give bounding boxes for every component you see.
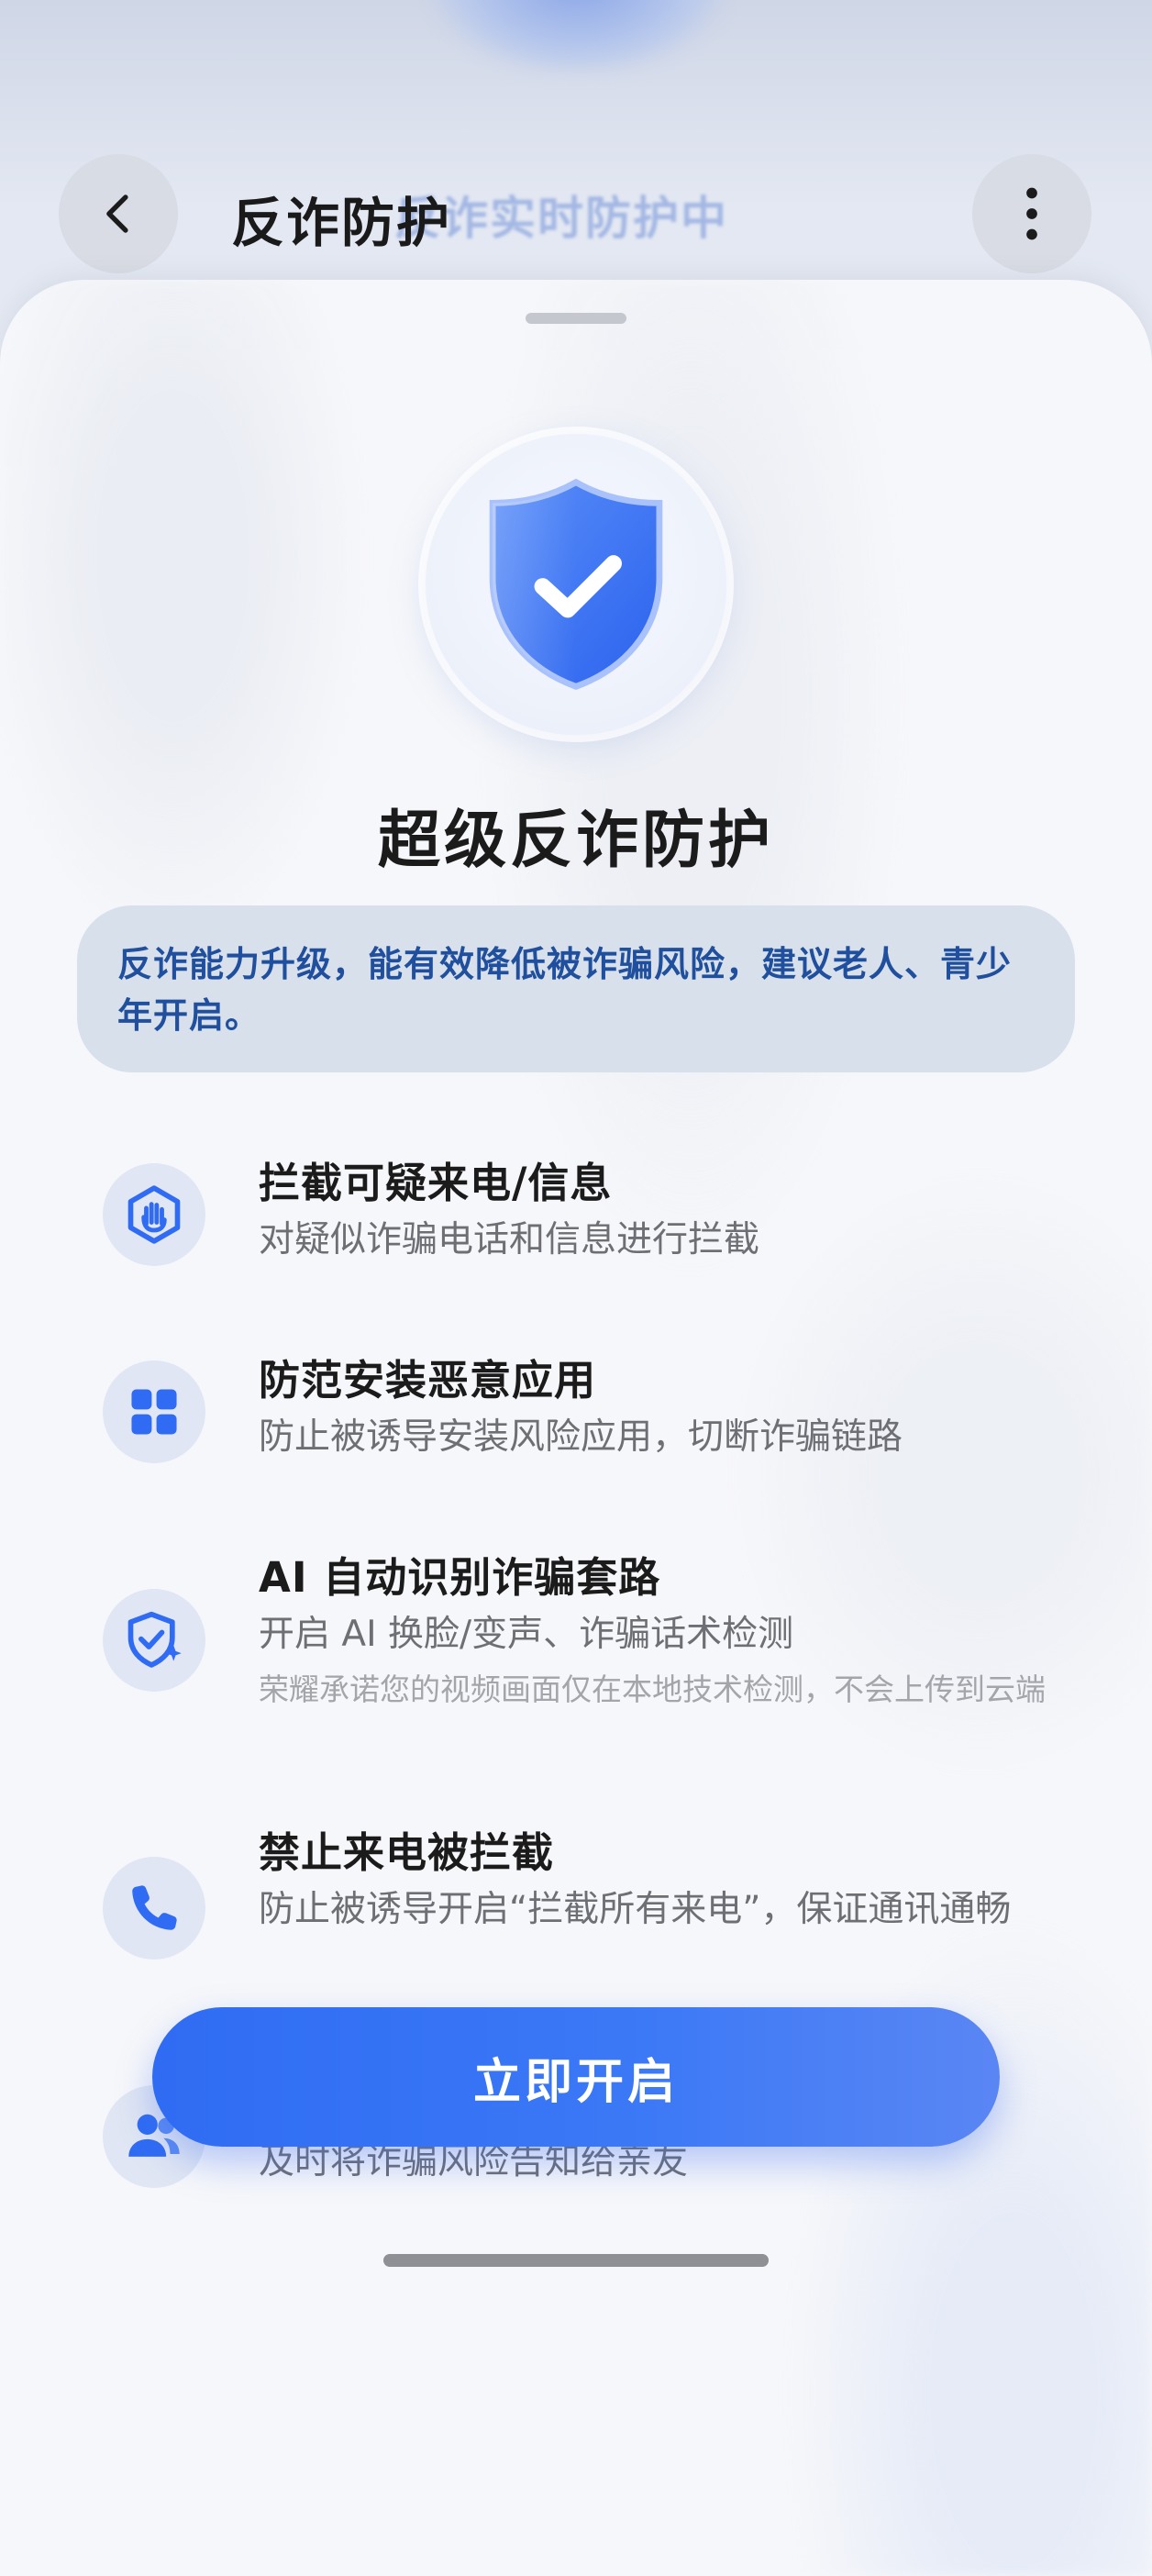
feature-title: 拦截可疑来电/信息 — [259, 1159, 613, 1207]
feature-title: AI 自动识别诈骗套路 — [259, 1553, 661, 1602]
feature-icon-wrap — [103, 1857, 205, 1960]
upgrade-notice: 反诈能力升级，能有效降低被诈骗风险，建议老人、青少年开启。 — [77, 905, 1075, 1072]
phone-icon — [132, 1885, 177, 1930]
sheet-grabber[interactable] — [526, 313, 626, 324]
privacy-note: 荣耀承诺您的视频画面仅在本地技术检测，不会上传到云端 — [259, 1671, 1046, 1707]
more-options-button[interactable] — [972, 154, 1091, 273]
feature-sheet: 超级反诈防护 反诈能力升级，能有效降低被诈骗风险，建议老人、青少年开启。 拦截可… — [0, 280, 1152, 2576]
feature-icon-wrap — [103, 1360, 205, 1463]
more-vertical-icon — [1026, 187, 1037, 240]
feature-desc: 防止被诱导安装风险应用，切断诈骗链路 — [259, 1416, 903, 1458]
enable-now-button[interactable]: 立即开启 — [152, 2007, 1000, 2147]
page-title: 反诈防护 — [231, 192, 452, 254]
hand-stop-icon — [127, 1185, 181, 1244]
feature-desc: 防止被诱导开启“拦截所有来电”，保证通讯通畅 — [259, 1889, 1012, 1930]
hero-shield-badge — [426, 434, 726, 735]
chevron-left-icon — [106, 194, 128, 233]
feature-desc: 对疑似诈骗电话和信息进行拦截 — [259, 1219, 760, 1260]
feature-title: 禁止来电被拦截 — [259, 1828, 555, 1877]
sheet-headline: 超级反诈防护 — [377, 805, 774, 877]
shield-check-icon — [489, 478, 663, 690]
feature-title: 防范安装恶意应用 — [259, 1356, 597, 1405]
background-shield-blur — [431, 0, 725, 73]
back-button[interactable] — [59, 154, 178, 273]
shield-sparkle-icon — [127, 1611, 182, 1668]
apps-grid-icon — [131, 1389, 177, 1435]
home-indicator[interactable] — [383, 2254, 769, 2267]
feature-icon-wrap — [103, 1589, 205, 1692]
feature-icon-wrap — [103, 1163, 205, 1266]
feature-desc: 开启 AI 换脸/变声、诈骗话术检测 — [259, 1614, 794, 1655]
